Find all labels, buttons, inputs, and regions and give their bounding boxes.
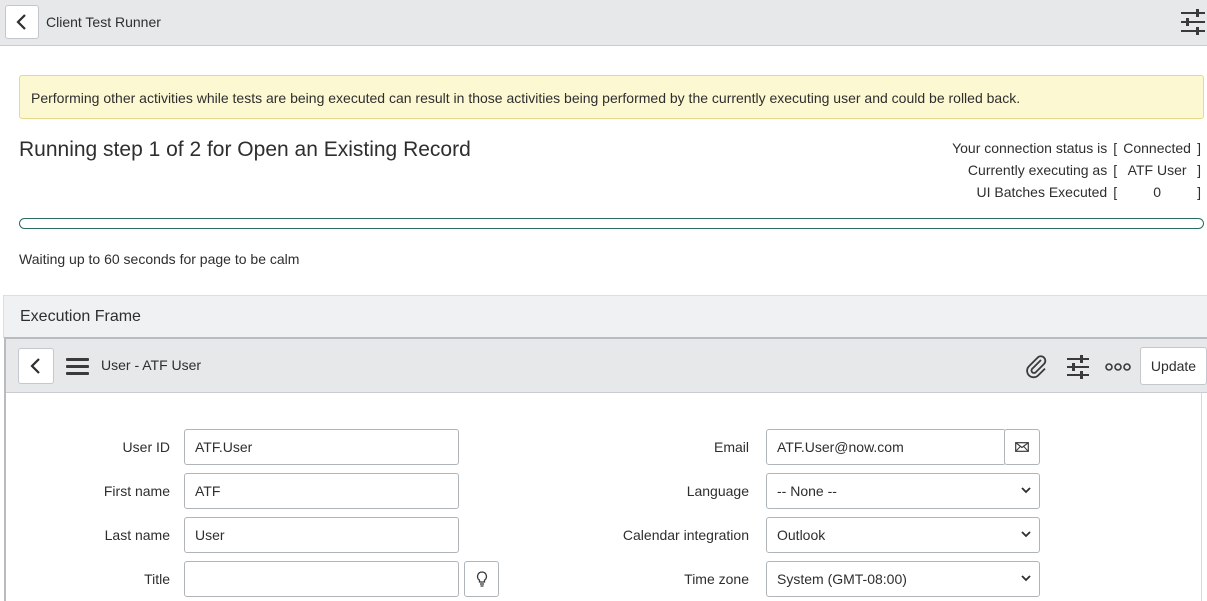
last-name-label: Last name — [104, 527, 170, 543]
first-name-label: First name — [103, 483, 170, 499]
chevron-down-icon — [1021, 531, 1031, 538]
chevron-left-icon — [30, 358, 40, 374]
execution-frame-header: Execution Frame — [3, 295, 1207, 338]
title-field[interactable] — [184, 561, 459, 597]
title-suggestion-button[interactable] — [464, 561, 499, 597]
email-label: Email — [713, 439, 749, 455]
chevron-down-icon — [1021, 487, 1031, 494]
hamburger-menu-icon — [66, 358, 89, 375]
warning-banner: Performing other activities while tests … — [19, 75, 1204, 119]
time-zone-select[interactable]: System (GMT-08:00) — [766, 561, 1040, 597]
calendar-integration-select[interactable]: Outlook — [766, 517, 1040, 553]
execution-frame: User - ATF User Update User ID ATF.User … — [4, 337, 1207, 601]
connection-status-block: Your connection status is [ Connected ] … — [952, 137, 1201, 203]
attachment-button[interactable] — [1024, 354, 1050, 380]
sliders-icon — [1181, 9, 1205, 35]
chevron-down-icon — [1021, 575, 1031, 582]
first-name-field[interactable]: ATF — [184, 473, 459, 509]
close-bracket: ] — [1197, 162, 1201, 178]
personalize-form-button[interactable] — [1065, 354, 1091, 380]
connection-status-label: Your connection status is — [952, 140, 1108, 156]
user-id-label: User ID — [122, 439, 170, 455]
connection-status-value: Connected — [1123, 140, 1191, 156]
close-bracket: ] — [1197, 140, 1201, 156]
batches-executed-label: UI Batches Executed — [976, 184, 1108, 200]
update-button[interactable]: Update — [1140, 347, 1207, 385]
settings-sliders-button[interactable] — [1181, 9, 1205, 35]
more-options-icon — [1105, 363, 1131, 371]
execution-frame-label: Execution Frame — [20, 308, 141, 325]
title-label: Title — [144, 571, 170, 587]
executing-as-value: ATF User — [1127, 162, 1187, 178]
language-label: Language — [686, 483, 749, 499]
wait-message: Waiting up to 60 seconds for page to be … — [19, 251, 300, 267]
language-selected-value: -- None -- — [777, 483, 837, 499]
top-bar: Client Test Runner — [0, 0, 1207, 46]
time-zone-selected-value: System (GMT-08:00) — [777, 571, 907, 587]
user-id-field[interactable]: ATF.User — [184, 429, 459, 465]
envelope-icon — [1015, 442, 1029, 452]
language-select[interactable]: -- None -- — [766, 473, 1040, 509]
close-bracket: ] — [1197, 184, 1201, 200]
run-step-title: Running step 1 of 2 for Open an Existing… — [19, 138, 471, 161]
paperclip-icon — [1026, 355, 1047, 379]
email-field[interactable]: ATF.User@now.com — [766, 429, 1006, 465]
calendar-integration-selected-value: Outlook — [777, 527, 826, 543]
hamburger-menu-button[interactable] — [66, 356, 90, 376]
calendar-integration-label: Calendar integration — [622, 527, 749, 543]
app-title: Client Test Runner — [46, 14, 161, 30]
batches-executed-row: UI Batches Executed [ 0 ] — [952, 181, 1201, 203]
more-options-button[interactable] — [1105, 354, 1131, 380]
form-header: User - ATF User Update — [6, 339, 1207, 393]
frame-divider — [1201, 393, 1202, 601]
back-button[interactable] — [5, 5, 39, 39]
send-email-button[interactable] — [1004, 429, 1040, 465]
time-zone-label: Time zone — [684, 571, 749, 587]
executing-as-label: Currently executing as — [967, 162, 1108, 178]
progress-bar — [19, 218, 1204, 229]
form-title: User - ATF User — [101, 357, 202, 373]
executing-as-row: Currently executing as [ ATF User ] — [952, 159, 1201, 181]
connection-status-row: Your connection status is [ Connected ] — [952, 137, 1201, 159]
batches-executed-value: 0 — [1153, 184, 1161, 200]
lightbulb-icon — [476, 571, 487, 587]
last-name-field[interactable]: User — [184, 517, 459, 553]
form-back-button[interactable] — [18, 348, 54, 384]
sliders-icon — [1067, 355, 1089, 379]
chevron-left-icon — [16, 14, 26, 30]
